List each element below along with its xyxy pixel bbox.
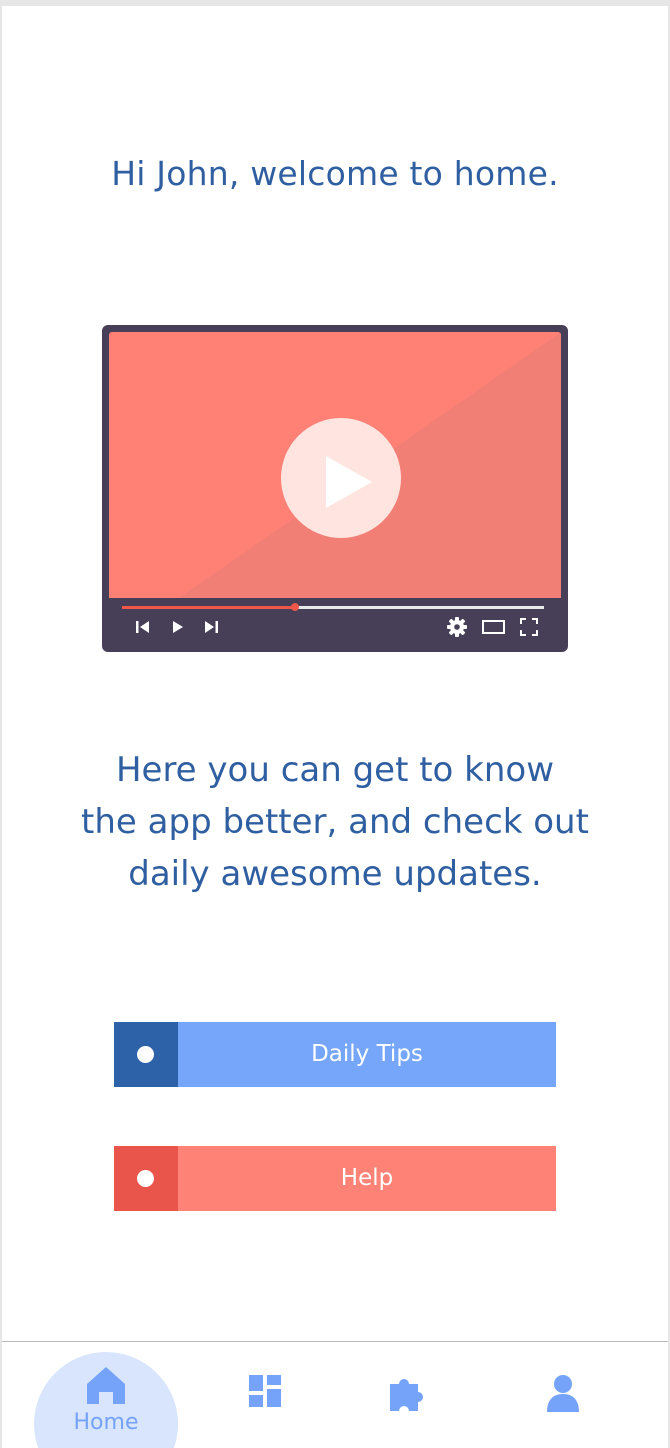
progress-fill (122, 606, 296, 609)
home-icon (87, 1367, 125, 1404)
app-screen: Hi John, welcome to home. Here you can g… (2, 6, 668, 1448)
daily-tips-label: Daily Tips (178, 1022, 556, 1087)
video-player[interactable] (102, 325, 568, 652)
profile-icon[interactable] (545, 1374, 581, 1414)
settings-icon[interactable] (446, 616, 468, 638)
progress-knob[interactable] (291, 603, 300, 611)
skip-back-icon[interactable] (134, 616, 154, 638)
fullscreen-icon[interactable] (518, 616, 540, 638)
intro-line-3: daily awesome updates. (128, 854, 542, 894)
nav-home[interactable]: Home (34, 1342, 178, 1448)
nav-home-label: Home (73, 1410, 139, 1435)
dashboard-icon[interactable] (248, 1374, 282, 1408)
help-label: Help (178, 1146, 556, 1211)
theater-mode-icon[interactable] (481, 616, 507, 638)
puzzle-icon[interactable] (388, 1374, 428, 1412)
skip-forward-icon[interactable] (201, 616, 221, 638)
daily-tips-accent (114, 1022, 178, 1087)
intro-description: Here you can get to know the app better,… (2, 744, 668, 900)
help-button[interactable]: Help (114, 1146, 556, 1211)
play-icon[interactable] (281, 418, 401, 538)
welcome-heading: Hi John, welcome to home. (111, 154, 559, 193)
video-screen[interactable] (109, 332, 561, 598)
intro-line-1: Here you can get to know (115, 750, 555, 790)
bullet-icon (137, 1046, 154, 1063)
intro-line-2: the app better, and check out (81, 802, 589, 842)
bottom-navigation: Home (2, 1341, 668, 1448)
play-small-icon[interactable] (168, 616, 188, 638)
bullet-icon (137, 1170, 154, 1187)
video-progress-bar[interactable] (122, 603, 544, 611)
help-accent (114, 1146, 178, 1211)
daily-tips-button[interactable]: Daily Tips (114, 1022, 556, 1087)
